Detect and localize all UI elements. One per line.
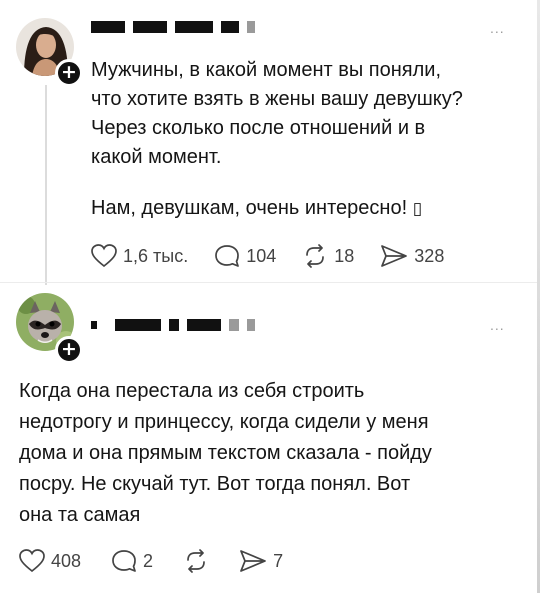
author-name-redacted bbox=[91, 20, 255, 34]
emoji-placeholder-box: ▯ bbox=[412, 199, 423, 219]
heart-icon bbox=[19, 549, 45, 573]
repost-count: 18 bbox=[334, 245, 355, 266]
reply-actions: 408 2 7 bbox=[19, 549, 283, 573]
reply-repost-button[interactable] bbox=[183, 549, 209, 573]
repost-arrows-icon bbox=[302, 244, 328, 268]
repost-button[interactable]: 18 bbox=[302, 244, 354, 268]
send-icon bbox=[380, 244, 408, 268]
like-button[interactable]: 1,6 тыс. bbox=[91, 244, 188, 268]
post-text-line: Нам, девушкам, очень интересно! bbox=[91, 197, 413, 219]
reply-comment-button[interactable]: 2 bbox=[111, 549, 153, 573]
like-count: 1,6 тыс. bbox=[123, 245, 189, 266]
reply-text: Когда она перестала из себя строить недо… bbox=[19, 380, 432, 526]
reply-like-count: 408 bbox=[51, 550, 82, 571]
reply-share-count: 7 bbox=[273, 550, 284, 571]
post-text-second-paragraph: Нам, девушкам, очень интересно! ▯ bbox=[91, 194, 422, 224]
post-actions: 1,6 тыс. 104 18 328 bbox=[91, 244, 444, 268]
speech-bubble-icon bbox=[214, 244, 240, 268]
comment-count: 104 bbox=[246, 245, 277, 266]
share-count: 328 bbox=[414, 245, 445, 266]
send-icon bbox=[239, 549, 267, 573]
heart-icon bbox=[91, 244, 117, 268]
speech-bubble-icon bbox=[111, 549, 137, 573]
post-divider bbox=[0, 282, 540, 283]
thread-line bbox=[45, 85, 47, 285]
post-text: Мужчины, в какой момент вы поняли, что х… bbox=[91, 59, 463, 168]
follow-reply-author-button[interactable]: + bbox=[55, 336, 83, 364]
share-button[interactable]: 328 bbox=[380, 244, 444, 268]
reply-author-name-redacted bbox=[91, 318, 255, 332]
follow-author-button[interactable]: + bbox=[55, 59, 83, 87]
post-more-options-button[interactable]: ... bbox=[490, 20, 505, 36]
repost-arrows-icon bbox=[183, 549, 209, 573]
reply-comment-count: 2 bbox=[143, 550, 154, 571]
reply-more-options-button[interactable]: ... bbox=[490, 317, 505, 333]
reply-like-button[interactable]: 408 bbox=[19, 549, 81, 573]
comment-button[interactable]: 104 bbox=[214, 244, 276, 268]
reply-share-button[interactable]: 7 bbox=[239, 549, 283, 573]
